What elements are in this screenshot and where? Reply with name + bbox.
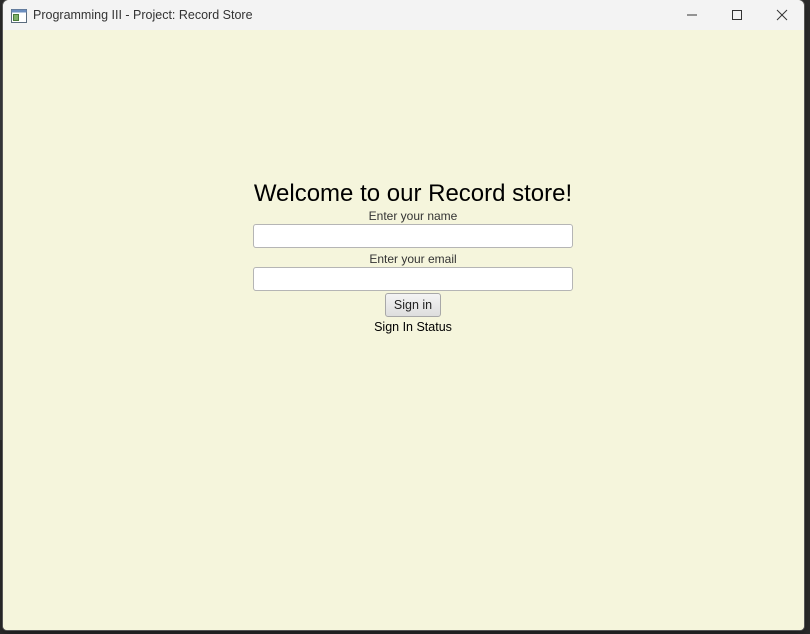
signin-form: Welcome to our Record store! Enter your … bbox=[253, 180, 573, 334]
window-title: Programming III - Project: Record Store bbox=[33, 8, 253, 22]
welcome-heading: Welcome to our Record store! bbox=[253, 180, 573, 207]
sign-in-status: Sign In Status bbox=[374, 320, 452, 334]
maximize-icon bbox=[731, 10, 742, 20]
app-window-icon bbox=[11, 8, 27, 23]
sign-in-button[interactable]: Sign in bbox=[384, 293, 442, 317]
close-icon bbox=[776, 9, 787, 21]
close-button[interactable] bbox=[759, 0, 804, 30]
email-field[interactable] bbox=[253, 267, 573, 291]
title-bar[interactable]: Programming III - Project: Record Store bbox=[3, 0, 804, 31]
main-content: Welcome to our Record store! Enter your … bbox=[3, 30, 804, 630]
email-label: Enter your email bbox=[369, 252, 457, 266]
maximize-button[interactable] bbox=[714, 0, 759, 30]
minimize-button[interactable] bbox=[669, 0, 714, 30]
name-field[interactable] bbox=[253, 224, 573, 248]
minimize-icon bbox=[686, 14, 697, 16]
app-window: Programming III - Project: Record Store … bbox=[3, 0, 804, 630]
name-label: Enter your name bbox=[368, 209, 458, 223]
